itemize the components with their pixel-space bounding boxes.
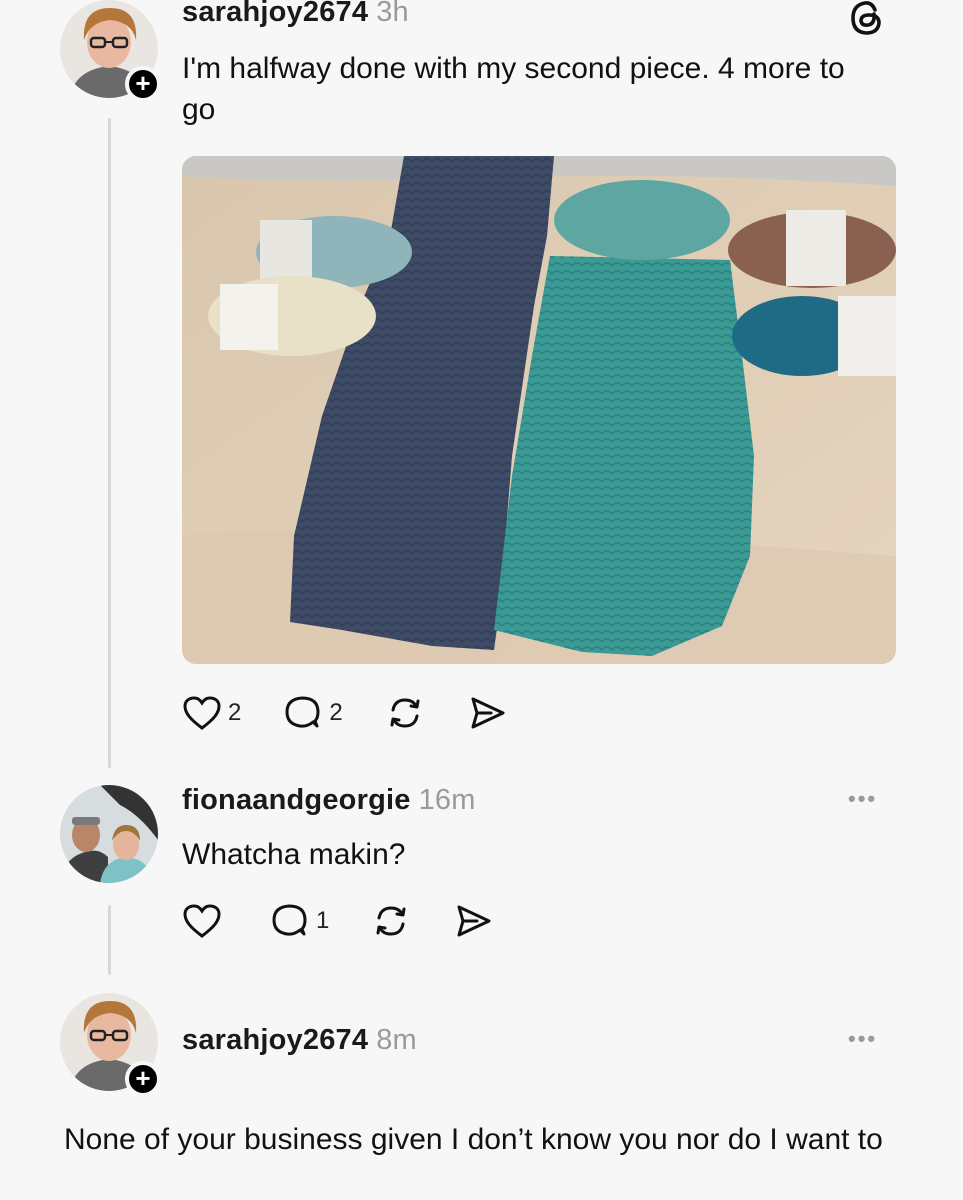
reply-username[interactable]: fionaandgeorgie 16m (182, 784, 476, 817)
username-text[interactable]: sarahjoy2674 (182, 0, 368, 28)
user-photo-icon (60, 785, 158, 883)
post-actions: 2 2 (182, 694, 549, 732)
avatar[interactable] (60, 785, 158, 883)
more-icon[interactable]: ••• (848, 786, 877, 812)
comment-icon (272, 904, 307, 936)
reply-time: 8m (376, 1024, 417, 1056)
repost-icon (390, 698, 420, 728)
reply-time: 16m (418, 784, 476, 816)
share-button[interactable] (453, 902, 493, 940)
reply-button[interactable]: 1 (270, 902, 329, 940)
more-icon[interactable]: ••• (848, 1026, 877, 1052)
post-time: 3h (376, 0, 409, 28)
reply-button[interactable]: 2 (283, 694, 343, 732)
threads-logo-icon[interactable] (847, 0, 887, 38)
comment-icon (285, 696, 320, 728)
reply-text: Whatcha makin? (182, 838, 406, 871)
username-text[interactable]: sarahjoy2674 (182, 1024, 368, 1056)
reply-count: 1 (316, 907, 330, 934)
follow-plus-icon[interactable]: + (125, 1061, 161, 1097)
like-button[interactable]: 2 (182, 695, 241, 731)
repost-button[interactable] (385, 694, 425, 732)
thread-connector-line (108, 905, 111, 975)
like-count: 2 (228, 699, 242, 726)
repost-button[interactable] (371, 902, 411, 940)
reply-actions: 1 (182, 902, 535, 940)
like-button[interactable] (182, 903, 228, 939)
heart-icon (183, 696, 221, 730)
share-button[interactable] (467, 694, 507, 732)
send-icon (471, 697, 505, 729)
post-username[interactable]: sarahjoy2674 3h (182, 0, 409, 29)
username-text[interactable]: fionaandgeorgie (182, 784, 411, 816)
follow-plus-icon[interactable]: + (125, 66, 161, 102)
crochet-panels-photo-icon (182, 156, 896, 664)
post-text: I'm halfway done with my second piece. 4… (182, 52, 845, 126)
reply-text: None of your business given I don’t know… (64, 1123, 883, 1156)
send-icon (457, 905, 491, 937)
repost-icon (376, 906, 406, 936)
thread-connector-line (108, 118, 111, 768)
post-image[interactable] (182, 156, 896, 664)
heart-icon (183, 904, 221, 938)
reply-count: 2 (329, 699, 343, 726)
reply-username[interactable]: sarahjoy2674 8m (182, 1024, 417, 1057)
